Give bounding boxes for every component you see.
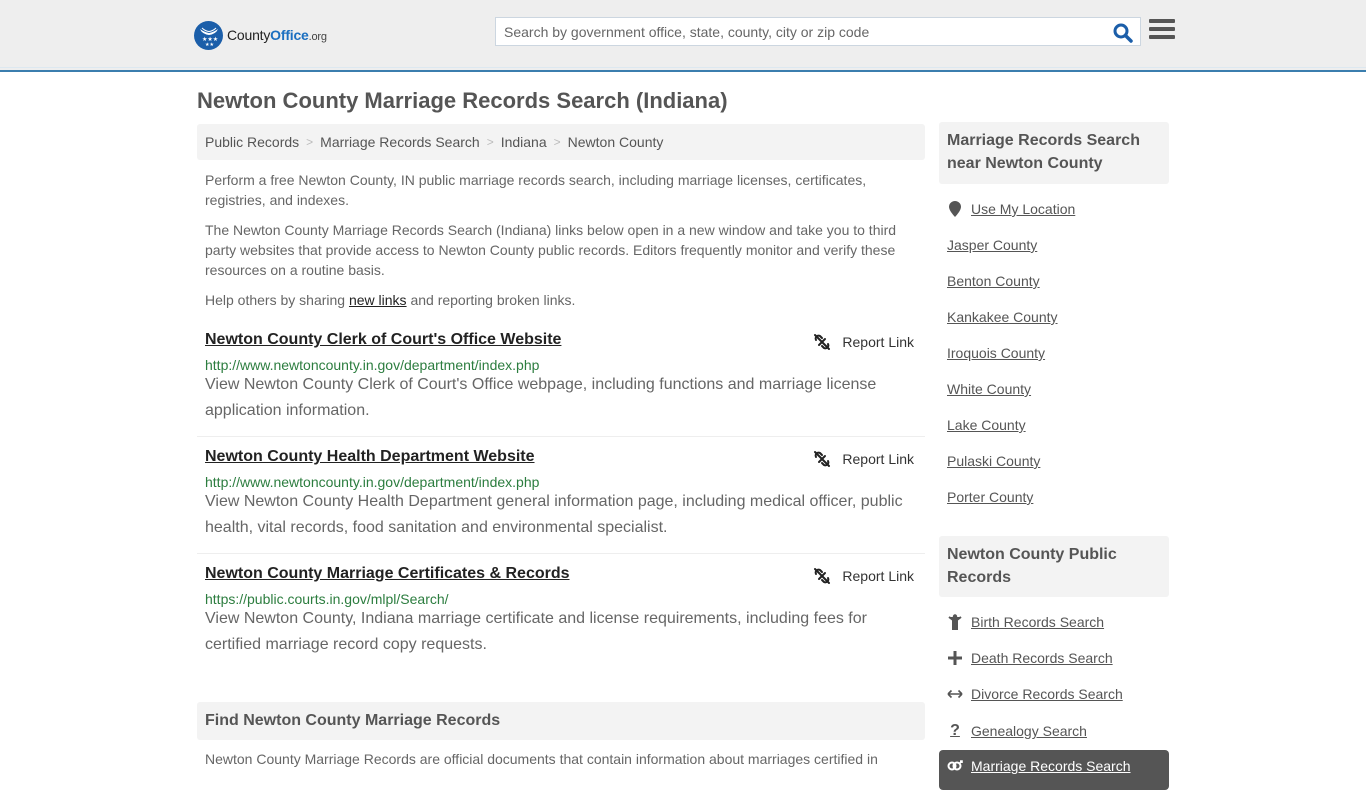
question-icon: ?	[950, 722, 960, 739]
breadcrumb-separator-icon: >	[306, 135, 314, 149]
intro-paragraph-3: Help others by sharing new links and rep…	[205, 292, 576, 308]
result-title-link[interactable]: Newton County Clerk of Court's Office We…	[205, 331, 561, 349]
birth-records-link[interactable]: Birth Records Search	[947, 614, 1104, 630]
result-description: View Newton County, Indiana marriage cer…	[205, 610, 867, 653]
divorce-records-link[interactable]: Divorce Records Search	[947, 686, 1123, 702]
page-title: Newton County Marriage Records Search (I…	[197, 88, 728, 113]
breadcrumb: Public Records > Marriage Records Search…	[197, 124, 925, 160]
new-links-link[interactable]: new links	[349, 292, 407, 308]
venus-mars-icon	[947, 758, 963, 772]
top-header: ★★★ ★★ CountyOffice.org	[0, 0, 1366, 72]
breadcrumb-newton-county[interactable]: Newton County	[568, 134, 664, 150]
nearby-county-link[interactable]: Pulaski County	[947, 453, 1040, 469]
result-url: http://www.newtoncounty.in.gov/departmen…	[205, 474, 540, 490]
find-records-heading: Find Newton County Marriage Records	[197, 702, 925, 740]
death-records-link[interactable]: Death Records Search	[947, 650, 1113, 666]
result-item: Newton County Clerk of Court's Office We…	[197, 331, 925, 437]
breadcrumb-marriage-records-search[interactable]: Marriage Records Search	[320, 134, 480, 150]
child-icon	[947, 614, 963, 630]
nearby-county-link[interactable]: Kankakee County	[947, 309, 1058, 325]
intro-paragraph-1: Perform a free Newton County, IN public …	[205, 172, 867, 208]
public-records-heading: Newton County Public Records	[939, 536, 1169, 597]
broken-link-icon	[814, 568, 831, 584]
plus-cross-icon	[947, 651, 963, 665]
nearby-county-link[interactable]: Lake County	[947, 417, 1026, 433]
use-my-location-link[interactable]: Use My Location	[947, 201, 1075, 217]
logo-link[interactable]: ★★★ ★★ CountyOffice.org	[194, 20, 327, 50]
search-box	[495, 17, 1141, 46]
hamburger-menu-icon[interactable]	[1149, 19, 1175, 43]
marriage-records-link-active[interactable]: Marriage Records Search	[939, 750, 1169, 790]
breadcrumb-public-records[interactable]: Public Records	[205, 134, 299, 150]
breadcrumb-separator-icon: >	[486, 135, 494, 149]
broken-link-icon	[814, 451, 831, 467]
search-input[interactable]	[496, 18, 1140, 45]
nearby-county-link[interactable]: Iroquois County	[947, 345, 1045, 361]
eagle-logo-icon: ★★★ ★★	[194, 20, 223, 50]
map-pin-icon	[947, 201, 963, 217]
search-icon[interactable]	[1112, 22, 1134, 44]
result-description: View Newton County Health Department gen…	[205, 493, 903, 536]
nearby-county-link[interactable]: Jasper County	[947, 237, 1037, 253]
result-item: Newton County Marriage Certificates & Re…	[197, 565, 925, 671]
nearby-county-link[interactable]: Porter County	[947, 489, 1033, 505]
nearby-county-link[interactable]: White County	[947, 381, 1031, 397]
report-link-button[interactable]: Report Link	[813, 450, 914, 468]
report-link-button[interactable]: Report Link	[813, 567, 914, 585]
result-description: View Newton County Clerk of Court's Offi…	[205, 376, 877, 419]
genealogy-search-link[interactable]: ? Genealogy Search	[947, 722, 1087, 740]
result-title-link[interactable]: Newton County Health Department Website	[205, 448, 535, 466]
intro-paragraph-2: The Newton County Marriage Records Searc…	[205, 222, 897, 278]
report-link-button[interactable]: Report Link	[813, 333, 914, 351]
result-title-link[interactable]: Newton County Marriage Certificates & Re…	[205, 565, 570, 583]
breadcrumb-indiana[interactable]: Indiana	[501, 134, 547, 150]
result-url: https://public.courts.in.gov/mlpl/Search…	[205, 591, 449, 607]
broken-link-icon	[814, 334, 831, 350]
nearby-heading: Marriage Records Search near Newton Coun…	[939, 122, 1169, 184]
result-item: Newton County Health Department Website …	[197, 448, 925, 554]
nearby-county-link[interactable]: Benton County	[947, 273, 1040, 289]
arrows-horizontal-icon	[947, 689, 963, 699]
breadcrumb-separator-icon: >	[553, 135, 561, 149]
result-url: http://www.newtoncounty.in.gov/departmen…	[205, 357, 540, 373]
svg-text:★★: ★★	[205, 42, 214, 47]
logo-text: CountyOffice.org	[227, 27, 327, 43]
find-records-text: Newton County Marriage Records are offic…	[205, 751, 878, 767]
